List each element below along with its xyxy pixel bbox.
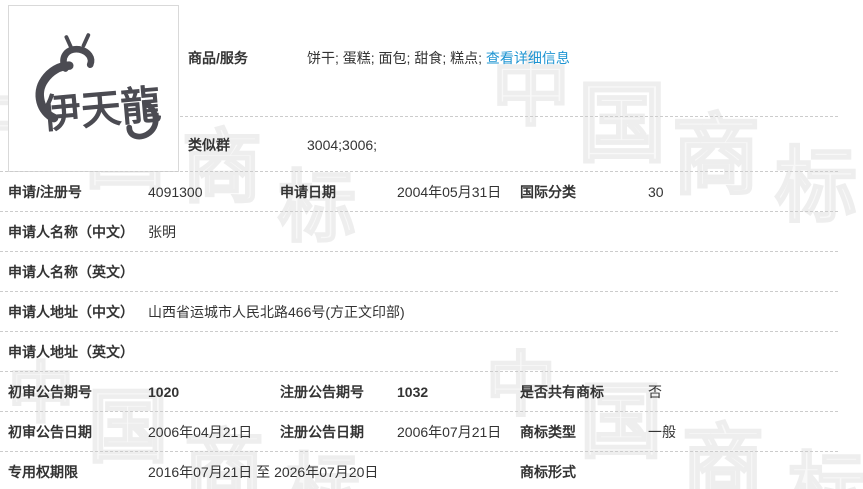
field-label: 初审公告日期 [8,422,148,442]
table-row: 申请人名称（中文） 张明 [0,212,838,252]
goods-label: 商品/服务 [180,48,307,68]
trademark-detail-table: 申请/注册号 4091300 申请日期 2004年05月31日 国际分类 30 … [0,172,838,489]
preliminary-gazette-no-value: 1020 [148,384,280,400]
similar-group-label: 类似群 [180,135,307,155]
trademark-type-value: 一般 [648,422,838,442]
field-label: 注册公告期号 [280,382,397,402]
view-details-link[interactable]: 查看详细信息 [486,50,570,66]
field-label: 是否共有商标 [520,382,648,402]
table-row: 申请人名称（英文） [0,252,838,292]
field-label: 注册公告日期 [280,422,397,442]
field-label: 申请人地址（中文） [8,302,148,322]
similar-group-row: 类似群 3004;3006; [180,117,838,172]
trademark-image: 伊天龍 [8,5,179,172]
table-row: 申请人地址（中文） 山西省运城市人民北路466号(方正文印部) [0,292,838,332]
goods-row: 商品/服务 饼干; 蛋糕; 面包; 甜食; 糕点; 查看详细信息 [180,0,838,117]
intl-class-value: 30 [648,184,838,200]
shared-trademark-value: 否 [648,382,838,402]
svg-text:伊天龍: 伊天龍 [38,83,162,137]
table-row: 申请/注册号 4091300 申请日期 2004年05月31日 国际分类 30 [0,172,838,212]
goods-value: 饼干; 蛋糕; 面包; 甜食; 糕点; 查看详细信息 [307,48,838,68]
table-row: 初审公告期号 1020 注册公告期号 1032 是否共有商标 否 [0,372,838,412]
application-date-value: 2004年05月31日 [397,182,520,202]
applicant-name-cn-value: 张明 [148,222,838,242]
field-label: 国际分类 [520,182,648,202]
field-label: 初审公告期号 [8,382,148,402]
field-label: 申请人名称（中文） [8,222,148,242]
table-row: 申请人地址（英文） [0,332,838,372]
goods-section: 商品/服务 饼干; 蛋糕; 面包; 甜食; 糕点; 查看详细信息 类似群 300… [180,0,838,172]
exclusive-right-period-value: 2016年07月21日 至 2026年07月20日 [148,462,520,482]
similar-group-value: 3004;3006; [307,137,838,153]
field-label: 申请人名称（英文） [8,262,148,282]
preliminary-gazette-date-value: 2006年04月21日 [148,422,280,442]
trademark-detail-page: 中 国 商 标 中 国 商 标 中 国 商 标 中 国 商 标 伊天 [0,0,863,489]
dragon-logo-graphic: 伊天龍 [14,11,174,166]
registration-number-value: 4091300 [148,184,280,200]
field-label: 申请日期 [280,182,397,202]
goods-list: 饼干; 蛋糕; 面包; 甜食; 糕点; [307,50,486,66]
table-row: 专用权期限 2016年07月21日 至 2026年07月20日 商标形式 [0,452,838,489]
field-label: 申请/注册号 [8,182,148,202]
field-label: 商标类型 [520,422,648,442]
applicant-address-cn-value: 山西省运城市人民北路466号(方正文印部) [148,302,838,322]
field-label: 商标形式 [520,462,648,482]
field-label: 申请人地址（英文） [8,342,148,362]
registration-gazette-no-value: 1032 [397,384,520,400]
field-label: 专用权期限 [8,462,148,482]
table-row: 初审公告日期 2006年04月21日 注册公告日期 2006年07月21日 商标… [0,412,838,452]
registration-gazette-date-value: 2006年07月21日 [397,422,520,442]
